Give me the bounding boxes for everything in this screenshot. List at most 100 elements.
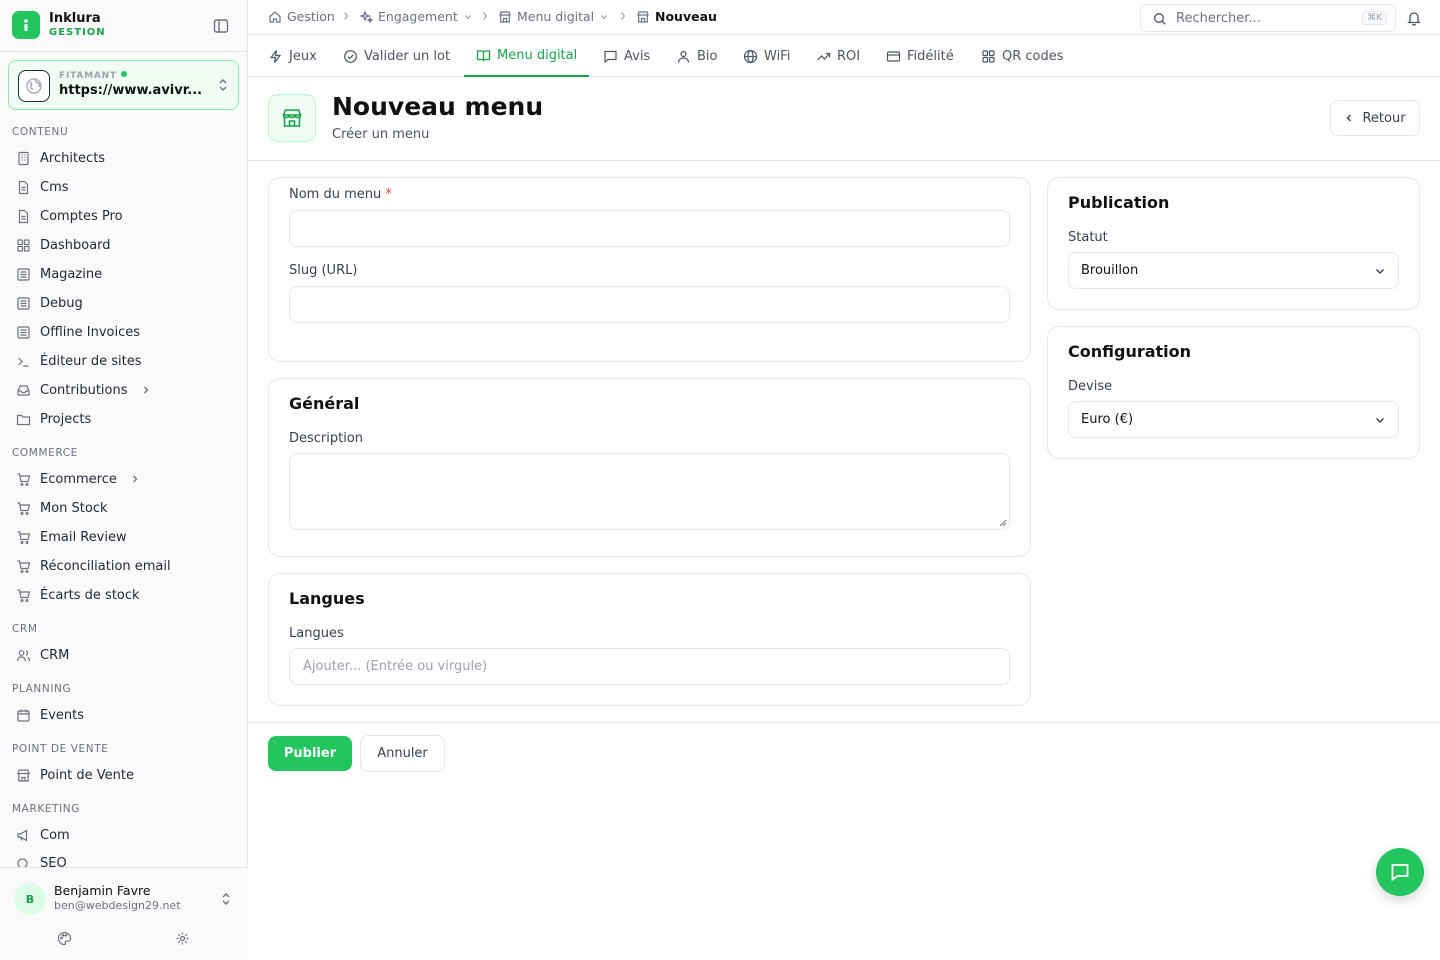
section-commerce: COMMERCE xyxy=(12,447,78,459)
general-card: Général Description xyxy=(268,378,1031,557)
sidebar-item-seo[interactable]: SEO xyxy=(16,853,236,867)
sidebar-item-comptes-pro[interactable]: Comptes Pro xyxy=(16,205,236,227)
globe-icon xyxy=(18,70,50,102)
brand[interactable]: Inklura GESTION xyxy=(12,11,106,39)
sidebar-item-reconciliation[interactable]: Réconciliation email xyxy=(16,555,236,577)
chevron-left-icon xyxy=(1346,114,1352,122)
brand-name: Inklura xyxy=(49,10,101,26)
sidebar-item-email-review[interactable]: Email Review xyxy=(16,526,236,548)
cancel-button[interactable]: Annuler xyxy=(360,735,445,772)
sidebar-toggle-icon[interactable] xyxy=(212,17,230,35)
chevron-updown-icon xyxy=(220,892,232,910)
palette-icon[interactable] xyxy=(57,931,72,950)
sidebar-item-label: Comptes Pro xyxy=(40,208,123,224)
page-title: Nouveau menu xyxy=(332,92,544,121)
cart-icon xyxy=(17,588,31,602)
sidebar-item-point-de-vente[interactable]: Point de Vente xyxy=(16,764,236,786)
search-icon xyxy=(17,858,28,867)
chat-button[interactable] xyxy=(1376,848,1424,896)
devise-select[interactable]: Euro (€) xyxy=(1068,401,1399,438)
sidebar-item-label: Écarts de stock xyxy=(40,587,140,603)
sidebar-item-crm[interactable]: CRM xyxy=(16,644,236,666)
tab-fidelite[interactable]: Fidélité xyxy=(886,35,954,77)
store-icon xyxy=(268,94,316,142)
description-textarea[interactable] xyxy=(289,453,1010,530)
search-input[interactable]: Rechercher... ⌘K xyxy=(1140,4,1396,32)
sidebar-item-label: Dashboard xyxy=(40,237,111,253)
general-title: Général xyxy=(289,394,360,413)
tab-label: Menu digital xyxy=(497,47,578,63)
section-crm: CRM xyxy=(12,623,38,635)
tab-roi[interactable]: ROI xyxy=(816,35,860,77)
sidebar-item-projects[interactable]: Projects xyxy=(16,408,236,430)
slug-label: Slug (URL) xyxy=(289,263,358,278)
gear-icon[interactable] xyxy=(175,931,190,950)
sidebar-item-events[interactable]: Events xyxy=(16,704,236,726)
sidebar-item-editeur[interactable]: Éditeur de sites xyxy=(16,350,236,372)
description-label: Description xyxy=(289,431,364,446)
tab-label: Jeux xyxy=(289,48,317,64)
tab-menu-digital[interactable]: Menu digital xyxy=(464,35,590,77)
globe-icon xyxy=(743,49,758,63)
megaphone-icon xyxy=(17,828,28,842)
bell-icon[interactable] xyxy=(1406,10,1422,30)
search-icon xyxy=(1154,13,1166,25)
breadcrumb-engagement[interactable]: Engagement xyxy=(359,9,473,24)
tab-qr-codes[interactable]: QR codes xyxy=(981,35,1064,77)
chevron-down-icon xyxy=(601,14,608,19)
sidebar-item-cms[interactable]: Cms xyxy=(16,176,236,198)
credit-card-icon xyxy=(886,50,901,62)
devise-label: Devise xyxy=(1068,379,1113,394)
sidebar-item-label: Magazine xyxy=(40,266,103,282)
sidebar-item-contributions[interactable]: Contributions xyxy=(16,379,236,401)
chevron-right-icon xyxy=(132,475,138,483)
tab-label: Avis xyxy=(624,48,651,64)
store-icon xyxy=(637,10,649,23)
sidebar-item-magazine[interactable]: Magazine xyxy=(16,263,236,285)
resize-handle-icon[interactable] xyxy=(999,519,1007,527)
tab-avis[interactable]: Avis xyxy=(603,35,650,77)
sidebar-item-mon-stock[interactable]: Mon Stock xyxy=(16,497,236,519)
sidebar-item-label: Debug xyxy=(40,295,83,311)
newspaper-icon xyxy=(17,325,30,339)
user-menu[interactable]: B Benjamin Favre ben@webdesign29.net xyxy=(0,867,248,960)
breadcrumb-gestion[interactable]: Gestion xyxy=(268,9,335,24)
calendar-icon xyxy=(17,709,30,722)
chevron-down-icon xyxy=(464,14,471,19)
site-switcher[interactable]: FITAMANT https://www.avivr... xyxy=(8,60,239,110)
langues-input[interactable]: Ajouter... (Entrée ou virgule) xyxy=(289,648,1010,685)
tab-label: Bio xyxy=(697,48,718,64)
devise-value: Euro (€) xyxy=(1081,412,1134,427)
sidebar-item-label: Com xyxy=(40,827,70,843)
tab-valider[interactable]: Valider un lot xyxy=(343,35,450,77)
tab-label: QR codes xyxy=(1002,48,1064,64)
sidebar-item-ecarts[interactable]: Écarts de stock xyxy=(16,584,236,606)
sidebar-item-debug[interactable]: Debug xyxy=(16,292,236,314)
menu-details-card: Nom du menu * Slug (URL) xyxy=(268,177,1031,362)
sidebar-item-label: Éditeur de sites xyxy=(40,353,142,369)
slug-input[interactable] xyxy=(289,286,1010,323)
tab-jeux[interactable]: Jeux xyxy=(268,35,317,77)
back-button[interactable]: Retour xyxy=(1330,100,1420,136)
nom-input[interactable] xyxy=(289,210,1010,247)
breadcrumb-menu-digital[interactable]: Menu digital xyxy=(498,9,609,24)
statut-select[interactable]: Brouillon xyxy=(1068,252,1399,289)
sidebar-item-offline-invoices[interactable]: Offline Invoices xyxy=(16,321,236,343)
chevron-right-icon xyxy=(143,386,148,394)
publication-title: Publication xyxy=(1068,193,1170,212)
site-url: https://www.avivr... xyxy=(59,83,203,98)
sidebar-item-architects[interactable]: Architects xyxy=(16,147,236,169)
tab-wifi[interactable]: WiFi xyxy=(743,35,790,77)
newspaper-icon xyxy=(17,267,30,281)
page-header: Nouveau menu Créer un menu Retour xyxy=(248,77,1440,161)
back-button-label: Retour xyxy=(1362,110,1406,126)
sidebar-item-com[interactable]: Com xyxy=(16,824,236,846)
sidebar-item-label: Email Review xyxy=(40,529,127,545)
tab-bio[interactable]: Bio xyxy=(676,35,717,77)
sidebar-item-dashboard[interactable]: Dashboard xyxy=(16,234,236,256)
sidebar-item-ecommerce[interactable]: Ecommerce xyxy=(16,468,236,490)
section-point-de-vente: POINT DE VENTE xyxy=(12,743,109,755)
topbar: Gestion Engagement Menu digital Nouveau … xyxy=(248,0,1440,35)
publish-button[interactable]: Publier xyxy=(268,736,352,771)
message-square-icon xyxy=(1391,864,1409,882)
